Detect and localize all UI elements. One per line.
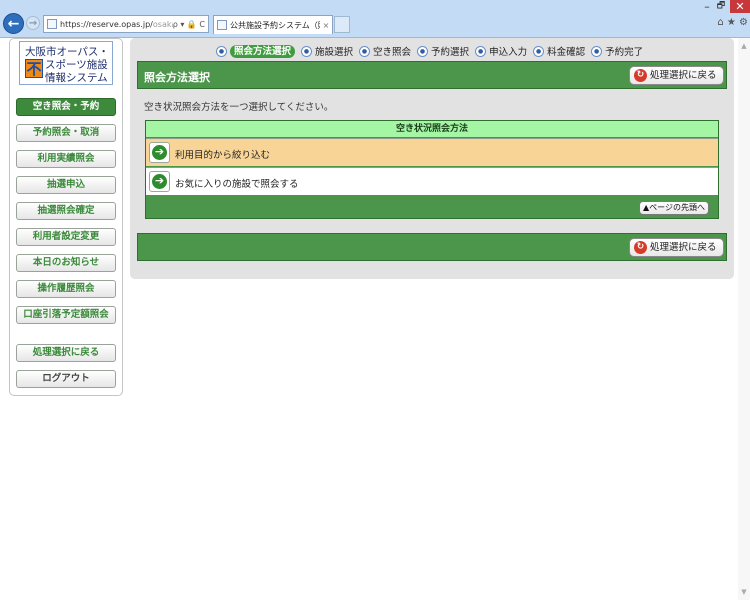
maximize-button[interactable]: 🗗 [714, 0, 728, 13]
method-table-heading: 空き状況照会方法 [146, 121, 718, 137]
logo-line-3: 情報システム [45, 72, 108, 84]
step-facility-select: ● 施設選択 [301, 44, 353, 58]
scroll-up-icon[interactable]: ▲ [738, 40, 750, 52]
browser-tab[interactable]: 公共施設予約システム（照... × [213, 15, 333, 34]
header-back-button[interactable]: ↻ 処理選択に戻る [629, 66, 724, 85]
step-application-input: ● 申込入力 [475, 44, 527, 58]
page-footer-bar: ↻ 処理選択に戻る [137, 233, 727, 261]
option-favorites-label: お気に入りの施設で照会する [175, 179, 299, 190]
option-favorites-button[interactable]: ➔ [149, 171, 170, 192]
toolbar-icons[interactable]: ⌂ ★ ⚙ [702, 17, 748, 28]
url-text: https://reserve.opas.jp/osakashi/ [60, 19, 173, 29]
step-complete: ● 予約完了 [591, 44, 643, 58]
minimize-button[interactable]: – [700, 0, 714, 13]
step-bullet-icon: ● [417, 45, 429, 57]
scroll-down-icon[interactable]: ▼ [738, 586, 750, 598]
sidebar-item-today-news[interactable]: 本日のお知らせ [16, 254, 116, 272]
sidebar-item-lottery-confirm[interactable]: 抽選照会確定 [16, 202, 116, 220]
option-purpose-button[interactable]: ➔ [149, 142, 170, 163]
step-fee-confirm: ● 料金確認 [533, 44, 585, 58]
tab-title: 公共施設予約システム（照... [230, 20, 320, 30]
close-window-button[interactable]: ✕ [730, 0, 750, 13]
step-bullet-icon: ● [359, 45, 371, 57]
browser-chrome: – 🗗 ✕ ← → https://reserve.opas.jp/osakas… [0, 0, 750, 38]
arrow-right-icon: ➔ [152, 145, 167, 160]
sidebar-item-debit-inquiry[interactable]: 口座引落予定額照会 [16, 306, 116, 324]
option-row-favorites[interactable]: ➔ お気に入りの施設で照会する [146, 167, 718, 195]
option-row-purpose[interactable]: ➔ 利用目的から絞り込む [146, 138, 718, 166]
sidebar: 大阪市オーパス・ 不 スポーツ施設 情報システム 空き照会・予約 予約照会・取消… [9, 38, 123, 396]
tab-favicon-icon [217, 20, 227, 30]
page-header-bar: 照会方法選択 ↻ 処理選択に戻る [137, 61, 727, 89]
page-content: 大阪市オーパス・ 不 スポーツ施設 情報システム 空き照会・予約 予約照会・取消… [0, 38, 750, 600]
page-title: 照会方法選択 [144, 71, 210, 84]
footer-back-label: 処理選択に戻る [650, 242, 717, 253]
header-back-label: 処理選択に戻る [650, 70, 717, 81]
footer-back-button[interactable]: ↻ 処理選択に戻る [629, 238, 724, 257]
new-tab-button[interactable] [334, 16, 350, 33]
option-purpose-label: 利用目的から絞り込む [175, 150, 271, 161]
step-bullet-icon: ● [475, 45, 487, 57]
forward-arrow-icon[interactable]: → [26, 16, 40, 30]
sidebar-item-operation-history[interactable]: 操作履歴照会 [16, 280, 116, 298]
step-vacancy-inquiry: ● 空き照会 [359, 44, 411, 58]
sidebar-item-usage-history[interactable]: 利用実績照会 [16, 150, 116, 168]
vertical-scrollbar[interactable]: ▲ ▼ [738, 38, 750, 600]
logout-button[interactable]: ログアウト [16, 370, 116, 388]
method-table: 空き状況照会方法 ➔ 利用目的から絞り込む ➔ お気に入りの施設で照会する ▲ペ… [145, 120, 719, 219]
site-logo[interactable]: 大阪市オーパス・ 不 スポーツ施設 情報システム [19, 41, 113, 85]
step-bullet-icon: ● [301, 45, 313, 57]
main-panel: ● 照会方法選択 ● 施設選択 ● 空き照会 ● 予約選択 ● 申込入力 ● 料金確認 ● 予… [130, 38, 734, 279]
return-arrow-icon: ↻ [634, 241, 647, 254]
back-arrow-icon[interactable]: ← [3, 13, 24, 34]
tab-close-icon[interactable]: × [320, 21, 332, 30]
address-bar[interactable]: https://reserve.opas.jp/osakashi/ ρ ▾ 🔒 … [43, 15, 209, 33]
arrow-right-icon: ➔ [152, 174, 167, 189]
step-method-select: ● 照会方法選択 [216, 44, 296, 58]
step-reservation-select: ● 予約選択 [417, 44, 469, 58]
progress-steps: ● 照会方法選択 ● 施設選択 ● 空き照会 ● 予約選択 ● 申込入力 ● 料金確認 ● 予… [216, 44, 649, 58]
page-top-button[interactable]: ▲ページの先頭へ [639, 201, 709, 215]
page-favicon-icon [47, 19, 57, 29]
sidebar-item-vacancy-reserve[interactable]: 空き照会・予約 [16, 98, 116, 116]
sidebar-back-button[interactable]: 処理選択に戻る [16, 344, 116, 362]
sidebar-item-lottery-apply[interactable]: 抽選申込 [16, 176, 116, 194]
sidebar-item-user-settings[interactable]: 利用者設定変更 [16, 228, 116, 246]
address-tools-icon[interactable]: ρ ▾ 🔒 C [173, 20, 208, 29]
instruction-text: 空き状況照会方法を一つ選択してください。 [144, 102, 334, 113]
step-bullet-icon: ● [591, 45, 603, 57]
step-bullet-icon: ● [533, 45, 545, 57]
sidebar-item-reservation-inquiry[interactable]: 予約照会・取消 [16, 124, 116, 142]
return-arrow-icon: ↻ [634, 69, 647, 82]
osaka-city-emblem-icon: 不 [25, 59, 43, 78]
step-bullet-icon: ● [216, 45, 227, 57]
